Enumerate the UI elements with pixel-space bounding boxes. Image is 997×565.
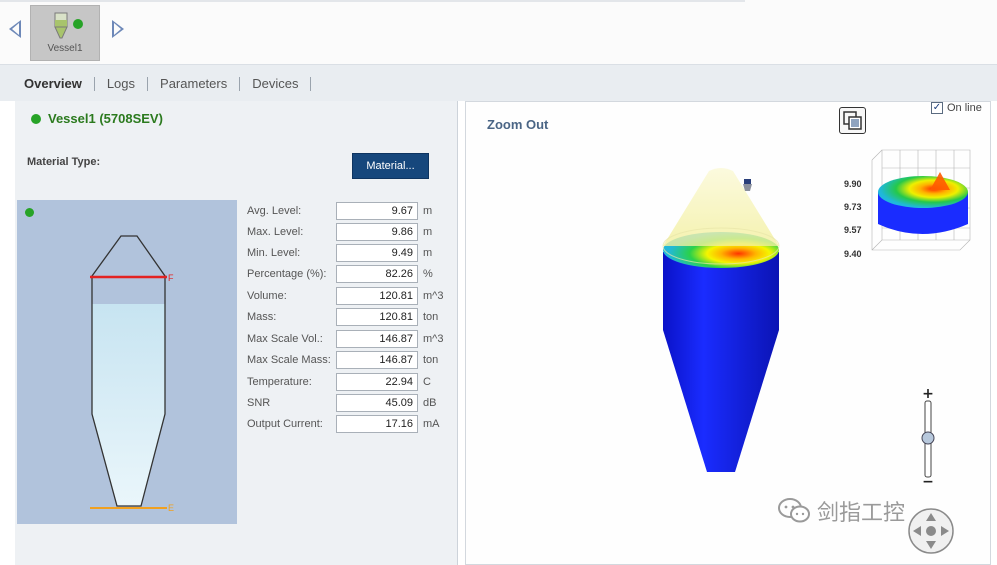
silo-3d-view[interactable]	[651, 162, 831, 492]
readout-label: Volume:	[247, 290, 287, 302]
readout-label: Avg. Level:	[247, 205, 302, 217]
tab-parameters[interactable]: Parameters	[148, 76, 239, 91]
readout-unit: %	[423, 268, 433, 280]
material-fill	[92, 304, 165, 506]
readout-unit: m^3	[423, 290, 444, 302]
vessel-title-text: Vessel1 (5708SEV)	[48, 111, 163, 126]
watermark-text: 剑指工控	[817, 501, 906, 526]
readout-unit: dB	[423, 397, 437, 409]
tab-devices[interactable]: Devices	[240, 76, 310, 91]
view3d-panel: Zoom Out ✓ On line 9.90 9.73 9.57 9.40 +…	[465, 101, 991, 565]
previous-device-arrow-icon[interactable]	[9, 20, 21, 38]
vessel-title: Vessel1 (5708SEV)	[31, 111, 163, 126]
readout-unit: m	[423, 205, 433, 217]
online-label: On line	[947, 102, 982, 114]
readout-value: 9.49	[336, 244, 418, 262]
silo-roof	[663, 168, 779, 246]
readout-unit: m^3	[423, 333, 444, 345]
next-device-arrow-icon[interactable]	[112, 20, 124, 38]
status-dot-icon	[25, 208, 34, 217]
readout-value: 120.81	[336, 308, 418, 326]
full-level-marker: F	[168, 273, 174, 283]
silo-material-body	[663, 252, 779, 472]
tab-overview[interactable]: Overview	[24, 76, 94, 91]
readout-value: 82.26	[336, 265, 418, 283]
readout-unit: mA	[423, 418, 440, 430]
readout-label: Percentage (%):	[247, 268, 327, 280]
readout-unit: ton	[423, 311, 439, 323]
zoom-handle[interactable]	[921, 431, 935, 445]
readout-row: Percentage (%): 82.26 %	[247, 265, 433, 283]
overview-panel: Vessel1 (5708SEV) Material Type: Materia…	[15, 101, 458, 565]
zoom-in-icon[interactable]: +	[922, 387, 934, 402]
axis-tick-label: 9.40	[844, 249, 862, 259]
watermark: 剑指工控	[777, 495, 905, 527]
axis-tick-label: 9.90	[844, 179, 862, 189]
view-toggle-button[interactable]	[839, 107, 866, 134]
mini-chart-surface	[878, 176, 968, 208]
readout-label: Max. Level:	[247, 226, 304, 238]
online-checkbox[interactable]: ✓	[931, 102, 943, 114]
readout-label: Mass:	[247, 311, 277, 323]
readout-row: Avg. Level: 9.67 m	[247, 202, 432, 220]
readout-row: Max Scale Mass: 146.87 ton	[247, 351, 438, 369]
pan-control[interactable]	[906, 506, 956, 556]
readout-label: Output Current:	[247, 418, 323, 430]
vessel-level-diagram: F E	[17, 200, 237, 524]
device-tile-vessel1[interactable]: Vessel1	[30, 5, 100, 61]
readout-value: 146.87	[336, 351, 418, 369]
material-button[interactable]: Material...	[352, 153, 429, 179]
empty-level-marker: E	[168, 503, 174, 513]
surface-mini-chart	[871, 149, 971, 251]
axis-tick-label: 9.57	[844, 225, 862, 235]
readout-unit: m	[423, 247, 433, 259]
zoom-slider[interactable]: + −	[918, 387, 938, 487]
view-toggle-icon	[843, 111, 862, 130]
readout-row: Temperature: 22.94 C	[247, 373, 431, 391]
readout-label: Temperature:	[247, 376, 312, 388]
pan-center-icon[interactable]	[926, 526, 936, 536]
readout-label: Min. Level:	[247, 247, 301, 259]
readout-value: 45.09	[336, 394, 418, 412]
readout-label: Max Scale Vol.:	[247, 333, 323, 345]
readout-value: 120.81	[336, 287, 418, 305]
readout-row: SNR 45.09 dB	[247, 394, 436, 412]
zoom-out-icon[interactable]: −	[922, 474, 934, 487]
readout-row: Mass: 120.81 ton	[247, 308, 438, 326]
readout-value: 146.87	[336, 330, 418, 348]
device-tile-label: Vessel1	[47, 43, 83, 54]
tab-logs[interactable]: Logs	[95, 76, 147, 91]
readout-row: Output Current: 17.16 mA	[247, 415, 440, 433]
readout-unit: ton	[423, 354, 439, 366]
material-type-label: Material Type:	[27, 156, 101, 168]
vessel-device-icon	[54, 12, 83, 39]
vessel-diagram-svg: F E	[90, 235, 174, 513]
device-strip: Vessel1	[0, 0, 997, 64]
readout-value: 17.16	[336, 415, 418, 433]
readout-row: Max. Level: 9.86 m	[247, 223, 432, 241]
readout-unit: m	[423, 226, 433, 238]
readout-row: Volume: 120.81 m^3	[247, 287, 443, 305]
readout-label: Max Scale Mass:	[247, 354, 331, 366]
tab-separator	[310, 76, 312, 91]
readout-unit: C	[423, 376, 431, 388]
readout-value: 9.67	[336, 202, 418, 220]
zoom-out-label[interactable]: Zoom Out	[487, 117, 548, 132]
readout-row: Min. Level: 9.49 m	[247, 244, 432, 262]
sensor-icon	[744, 179, 751, 184]
readout-value: 9.86	[336, 223, 418, 241]
readout-row: Max Scale Vol.: 146.87 m^3	[247, 330, 443, 348]
online-toggle[interactable]: ✓ On line	[931, 102, 982, 114]
tab-strip: Overview Logs Parameters Devices	[0, 64, 997, 101]
status-dot-icon	[31, 113, 41, 124]
readout-label: SNR	[247, 397, 271, 409]
chat-bubble-icon	[778, 498, 810, 523]
readout-value: 22.94	[336, 373, 418, 391]
top-rule	[0, 0, 745, 2]
axis-tick-label: 9.73	[844, 202, 862, 212]
